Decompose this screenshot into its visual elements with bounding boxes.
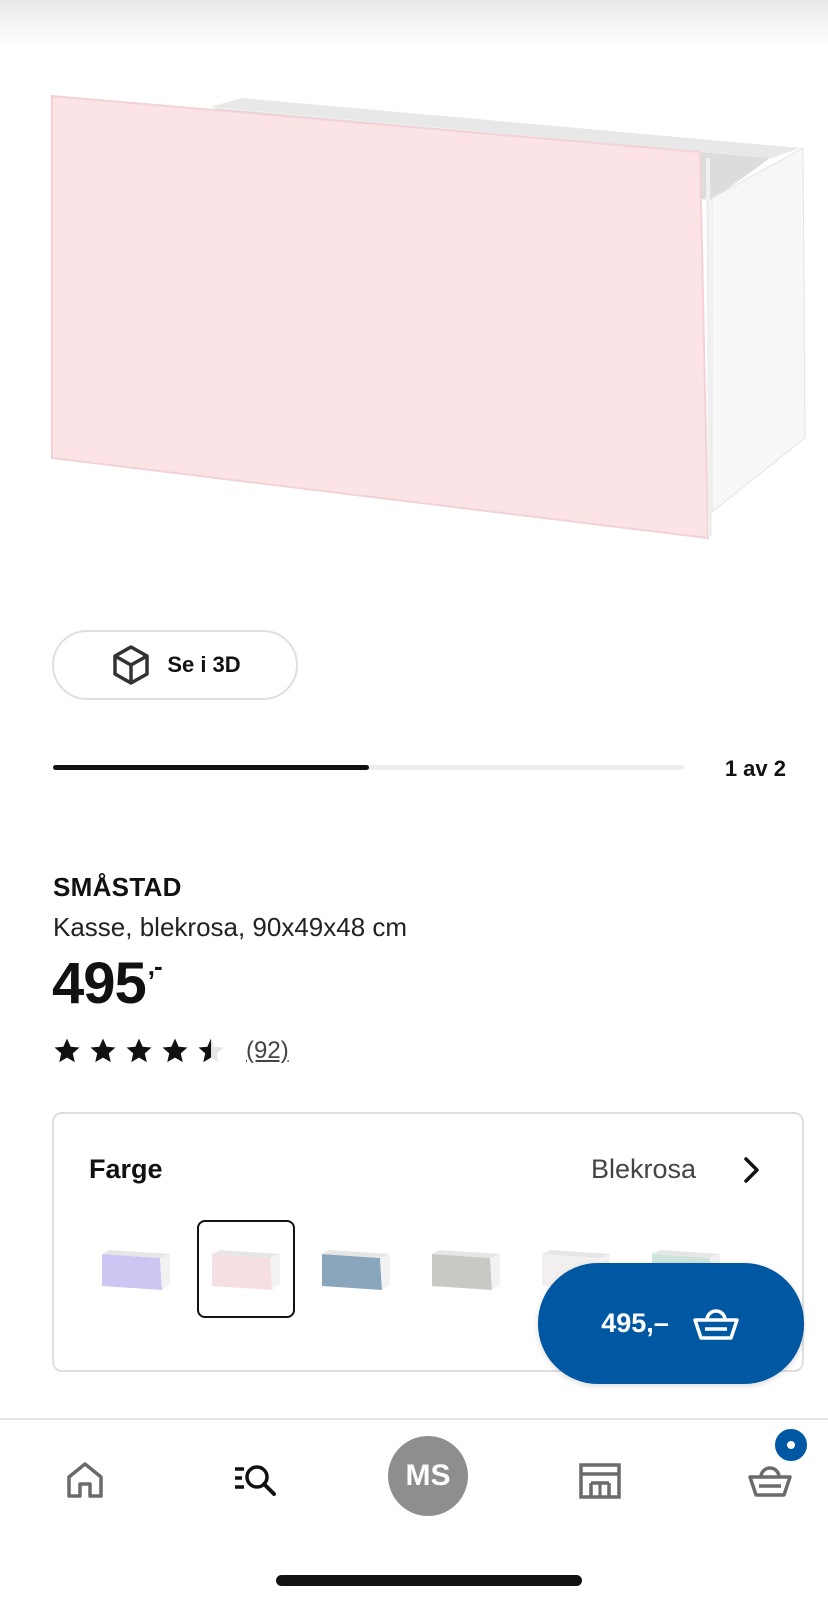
- search-icon: [235, 1465, 276, 1496]
- view-3d-label: Se i 3D: [167, 652, 241, 677]
- add-to-cart-button[interactable]: 495,–: [538, 1263, 804, 1384]
- color-selector-title: Farge: [89, 1154, 163, 1184]
- color-swatch-blue[interactable]: [307, 1220, 405, 1318]
- swatch-box-thumbnail: [432, 1250, 500, 1290]
- add-to-cart-price: 495,–: [601, 1308, 669, 1338]
- top-bar-shadow: [0, 0, 828, 48]
- product-image[interactable]: [0, 60, 828, 580]
- view-3d-button[interactable]: Se i 3D: [52, 630, 298, 700]
- rating-stars[interactable]: (92): [52, 1036, 289, 1066]
- home-icon: [67, 1462, 103, 1498]
- nav-search[interactable]: [225, 1450, 285, 1510]
- color-swatch-grey[interactable]: [417, 1220, 515, 1318]
- product-name: SMÅSTAD: [53, 872, 182, 902]
- swatch-box-thumbnail: [102, 1250, 170, 1290]
- star-full-icon: [126, 1038, 152, 1063]
- color-swatch-lavender[interactable]: [87, 1220, 185, 1318]
- swatch-box-thumbnail: [322, 1250, 390, 1290]
- swatch-box-thumbnail: [212, 1250, 280, 1290]
- star-full-icon: [54, 1038, 80, 1063]
- gallery-page-indicator: 1 av 2: [724, 756, 786, 781]
- home-indicator: [276, 1575, 582, 1586]
- price-whole: 495: [52, 951, 147, 1016]
- product-price: 495,-: [52, 950, 163, 1017]
- cart-badge: [772, 1426, 810, 1464]
- color-swatch-pale-pink[interactable]: [197, 1220, 295, 1318]
- gallery-progress-bar: [53, 765, 684, 770]
- star-half-icon: [198, 1038, 224, 1063]
- gallery-progress-fill: [53, 765, 369, 770]
- profile-avatar[interactable]: MS: [388, 1436, 468, 1516]
- cart-icon: [748, 1466, 792, 1497]
- chevron-right-icon[interactable]: [738, 1154, 766, 1186]
- store-icon: [579, 1463, 621, 1499]
- nav-home[interactable]: [55, 1450, 115, 1510]
- star-full-icon: [90, 1038, 116, 1063]
- star-full-icon: [162, 1038, 188, 1063]
- price-suffix: ,-: [147, 950, 163, 981]
- cart-badge-dot: [787, 1441, 795, 1449]
- cube-3d-icon: [113, 645, 150, 685]
- color-selected-value: Blekrosa: [590, 1154, 696, 1184]
- review-count-link[interactable]: (92): [246, 1037, 289, 1065]
- nav-store[interactable]: [570, 1450, 630, 1510]
- basket-icon: [693, 1308, 739, 1340]
- product-description: Kasse, blekrosa, 90x49x48 cm: [53, 912, 408, 942]
